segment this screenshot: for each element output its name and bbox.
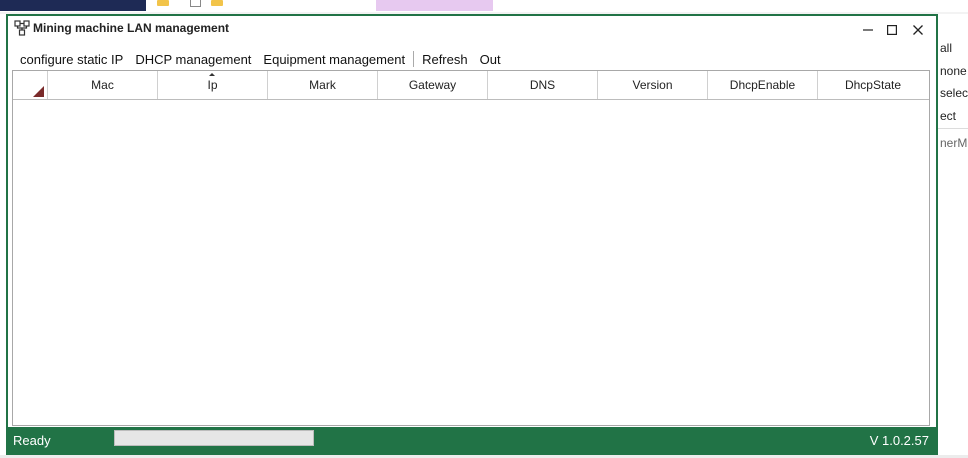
column-header-dhcpstate[interactable]: DhcpState [818,71,928,99]
status-bar: Ready V 1.0.2.57 [8,427,936,453]
menu-out[interactable]: Out [474,52,507,67]
background-right-item: nerMin [940,136,968,150]
app-window: Mining machine LAN management configure … [6,14,938,455]
menu-equipment-management[interactable]: Equipment management [257,52,411,67]
folder-icon [211,0,223,6]
column-header-dns[interactable]: DNS [488,71,598,99]
close-icon [913,22,923,40]
column-header-ip[interactable]: Ip [158,71,268,99]
folder-icon [157,0,169,6]
menu-dhcp-management[interactable]: DHCP management [129,52,257,67]
window-icon [190,0,201,7]
window-title: Mining machine LAN management [33,21,230,35]
background-right-item: selecti [940,86,968,100]
column-header-gateway[interactable]: Gateway [378,71,488,99]
minimize-button[interactable] [858,22,878,40]
background-right-item: ect [940,109,957,123]
network-icon [14,20,30,36]
background-right-item: none [940,64,967,78]
menu-divider [413,51,415,67]
corner-triangle-icon [33,86,44,97]
background-manage-tab [376,0,493,11]
device-grid[interactable]: Mac Ip Mark Gateway DNS Version DhcpEnab… [12,70,930,426]
sort-ascending-icon [208,73,215,76]
close-button[interactable] [908,22,928,40]
maximize-icon [887,22,898,40]
menu-bar: configure static IP DHCP management Equi… [14,50,507,68]
menu-refresh[interactable]: Refresh [416,52,474,67]
maximize-button[interactable] [882,22,902,40]
column-header-version[interactable]: Version [598,71,708,99]
column-header-mark[interactable]: Mark [268,71,378,99]
background-right-panel [938,14,968,458]
column-header-dhcpenable[interactable]: DhcpEnable [708,71,818,99]
background-divider [938,128,968,129]
menu-configure-static-ip[interactable]: configure static IP [14,52,129,67]
column-header-mac[interactable]: Mac [48,71,158,99]
title-bar[interactable]: Mining machine LAN management [8,16,936,44]
grid-header: Mac Ip Mark Gateway DNS Version DhcpEnab… [13,71,929,100]
select-all-cell[interactable] [13,71,48,99]
background-taskbar-fragment [0,0,146,11]
background-right-item: all [940,41,953,55]
version-label: V 1.0.2.57 [869,433,929,448]
status-text: Ready [13,433,51,448]
minimize-icon [863,22,873,40]
progress-bar [114,430,314,446]
